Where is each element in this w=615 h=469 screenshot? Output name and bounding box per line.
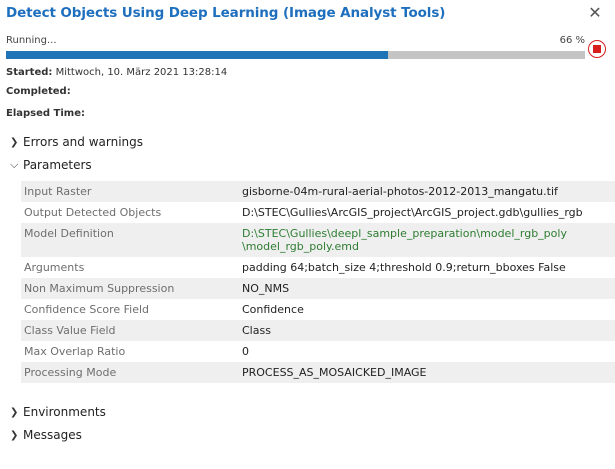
parameter-value-line: gisborne-04m-rural-aerial-photos-2012-20… bbox=[242, 185, 558, 198]
chevron-down-icon: ⌵ bbox=[10, 158, 19, 171]
parameter-name: Confidence Score Field bbox=[24, 303, 150, 316]
parameter-value: gisborne-04m-rural-aerial-photos-2012-20… bbox=[242, 181, 562, 202]
parameters-table: Input Raster gisborne-04m-rural-aerial-ph… bbox=[21, 181, 615, 383]
parameter-row: Input Raster gisborne-04m-rural-aerial-ph… bbox=[21, 181, 615, 202]
parameter-name: Processing Mode bbox=[24, 366, 117, 379]
section-messages-label: Messages bbox=[23, 428, 82, 442]
parameter-name: Class Value Field bbox=[24, 324, 116, 337]
parameter-value: padding 64;batch_size 4;threshold 0.9;re… bbox=[242, 257, 570, 278]
parameter-row: Processing Mode PROCESS_AS_MOSAICKED_IMAG… bbox=[21, 362, 615, 383]
parameter-row: Max Overlap Ratio 0 bbox=[21, 341, 615, 362]
section-environments-label: Environments bbox=[23, 405, 106, 419]
parameter-value[interactable]: D:\STEC\Gullies\deepl_sample_preparation… bbox=[242, 223, 571, 257]
parameter-value-line: padding 64;batch_size 4;threshold 0.9;re… bbox=[242, 261, 566, 274]
parameter-name: Arguments bbox=[24, 261, 85, 274]
parameter-row: Model Definition D:\STEC\Gullies\deepl_sa… bbox=[21, 223, 615, 257]
section-errors-warnings[interactable]: ❯ Errors and warnings bbox=[10, 135, 143, 149]
parameter-value: D:\STEC\Gullies\ArcGIS_project\ArcGIS_pr… bbox=[242, 202, 587, 223]
progress-bar-fill bbox=[6, 51, 389, 59]
progress-bar bbox=[6, 51, 585, 59]
elapsed-label: Elapsed Time: bbox=[6, 108, 85, 119]
started-label: Started: bbox=[6, 67, 53, 78]
parameter-value-line: D:\STEC\Gullies\deepl_sample_preparation… bbox=[242, 227, 567, 240]
completed-label: Completed: bbox=[6, 86, 71, 97]
parameter-row: Non Maximum Suppression NO_NMS bbox=[21, 278, 615, 299]
parameter-name: Output Detected Objects bbox=[24, 206, 162, 219]
parameter-value-line: Confidence bbox=[242, 303, 304, 316]
parameter-value-line: \model_rgb_poly.emd bbox=[242, 240, 359, 253]
section-errors-label: Errors and warnings bbox=[23, 135, 144, 149]
completed-row: Completed: bbox=[6, 86, 71, 97]
section-messages[interactable]: ❯ Messages bbox=[10, 428, 82, 442]
parameter-value: Class bbox=[242, 320, 275, 341]
parameter-value-line: D:\STEC\Gullies\ArcGIS_project\ArcGIS_pr… bbox=[242, 206, 583, 219]
section-parameters-label: Parameters bbox=[23, 158, 92, 172]
progress-percent: 66 % bbox=[559, 35, 585, 46]
progress-status: Running... bbox=[6, 35, 57, 46]
parameter-value: PROCESS_AS_MOSAICKED_IMAGE bbox=[242, 362, 431, 383]
chevron-right-icon: ❯ bbox=[10, 406, 19, 418]
parameter-value: Confidence bbox=[242, 299, 308, 320]
parameter-value: NO_NMS bbox=[242, 278, 293, 299]
section-parameters[interactable]: ⌵ Parameters bbox=[10, 158, 92, 172]
parameter-name: Model Definition bbox=[24, 227, 114, 240]
chevron-right-icon: ❯ bbox=[10, 429, 19, 441]
parameter-name: Input Raster bbox=[24, 185, 92, 198]
parameter-row: Output Detected Objects D:\STEC\Gullies\A… bbox=[21, 202, 615, 223]
parameter-name: Non Maximum Suppression bbox=[24, 282, 175, 295]
elapsed-row: Elapsed Time: bbox=[6, 108, 85, 119]
stop-icon bbox=[593, 45, 601, 53]
parameter-name: Max Overlap Ratio bbox=[24, 345, 126, 358]
parameter-value-line: PROCESS_AS_MOSAICKED_IMAGE bbox=[242, 366, 427, 379]
started-value: Mittwoch, 10. März 2021 13:28:14 bbox=[55, 67, 228, 78]
parameter-row: Class Value Field Class bbox=[21, 320, 615, 341]
chevron-right-icon: ❯ bbox=[10, 136, 19, 148]
parameter-value-line: NO_NMS bbox=[242, 282, 290, 295]
close-icon[interactable]: ✕ bbox=[587, 5, 603, 21]
section-environments[interactable]: ❯ Environments bbox=[10, 405, 106, 419]
parameter-row: Confidence Score Field Confidence bbox=[21, 299, 615, 320]
stop-button[interactable] bbox=[588, 40, 606, 58]
parameter-value-line: 0 bbox=[242, 345, 249, 358]
parameter-value-line: Class bbox=[242, 324, 271, 337]
dialog-title: Detect Objects Using Deep Learning (Imag… bbox=[6, 5, 446, 21]
parameter-row: Arguments padding 64;batch_size 4;thresho… bbox=[21, 257, 615, 278]
started-row: Started: Mittwoch, 10. März 2021 13:28:1… bbox=[6, 67, 227, 78]
parameter-value: 0 bbox=[242, 341, 253, 362]
